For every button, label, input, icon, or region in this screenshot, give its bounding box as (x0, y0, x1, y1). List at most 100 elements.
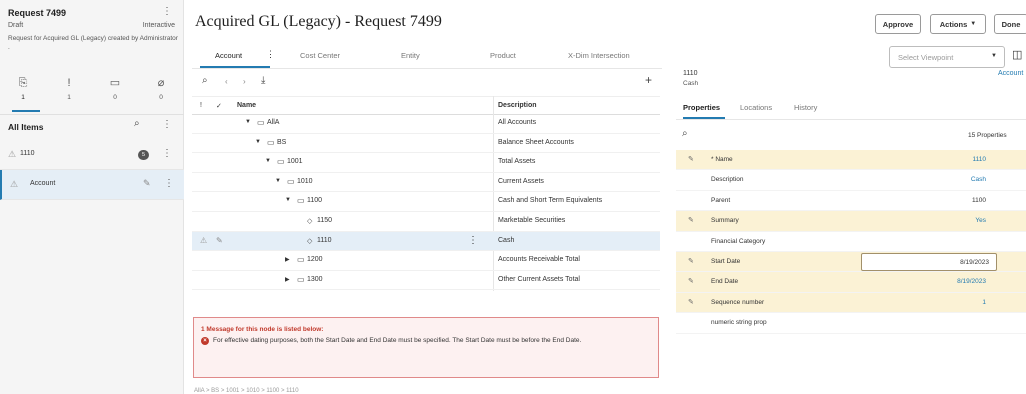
property-label: Summary (711, 217, 739, 225)
property-row[interactable]: ✎ Sequence number 1 (676, 292, 1026, 314)
leaf-node-icon: ◇ (307, 218, 313, 225)
node-description: Cash (498, 236, 515, 244)
tree-row[interactable]: ▼ ▭ 1001 Total Assets (192, 153, 660, 173)
property-label: Financial Category (711, 237, 766, 245)
tab-locations[interactable]: Locations (740, 103, 772, 112)
search-icon[interactable]: ⌕ (682, 128, 688, 139)
edited-pencil-icon: ✎ (688, 278, 694, 286)
tab-count: 0 (113, 94, 117, 101)
column-header-description[interactable]: Description (498, 102, 537, 109)
property-row[interactable]: Description Cash (676, 170, 1026, 191)
property-value: 8/19/2023 (960, 259, 989, 266)
request-status: Draft (8, 22, 24, 29)
tree-row[interactable]: ▶ ▭ 1200 Accounts Receivable Total (192, 251, 660, 271)
kebab-icon[interactable]: ⋮ (468, 235, 478, 246)
tree-row[interactable]: ▼ ▭ 1010 Current Assets (192, 173, 660, 193)
dimension-link[interactable]: Account (998, 70, 1023, 77)
pencil-icon[interactable]: ✎ (216, 236, 223, 245)
collapse-icon[interactable]: ▼ (255, 139, 261, 145)
forward-icon[interactable]: › (243, 77, 246, 86)
done-button[interactable]: Done (994, 14, 1026, 34)
divider (192, 68, 662, 69)
pencil-icon[interactable]: ✎ (143, 178, 151, 189)
caret-down-icon: ▼ (970, 21, 977, 27)
warning-icon: ⚠ (10, 179, 19, 189)
tab-request-items[interactable]: ⎘ 1 (0, 74, 46, 101)
viewpoint-select[interactable]: Select Viewpoint ▼ (889, 46, 1005, 68)
tab-account[interactable]: Account (215, 51, 242, 60)
tab-attachments[interactable]: ⌀ 0 (138, 74, 184, 101)
collapse-icon[interactable]: ▼ (265, 158, 271, 164)
property-value: 1100 (972, 196, 986, 204)
all-items-kebab-icon[interactable]: ⋮ (160, 119, 174, 130)
node-description: Balance Sheet Accounts (498, 138, 574, 146)
breadcrumb[interactable]: AllA > BS > 1001 > 1010 > 1100 > 1110 (194, 388, 299, 394)
add-icon[interactable]: + (645, 73, 652, 87)
property-row[interactable]: ✎ * Name 1110 (676, 150, 1026, 171)
request-title: Request 7499 (8, 8, 67, 18)
property-row[interactable]: numeric string prop (676, 313, 1026, 334)
node-code: 1110 (683, 70, 698, 77)
property-row[interactable]: Financial Category (676, 232, 1026, 252)
approve-button-label: Approve (882, 19, 914, 29)
kebab-icon[interactable]: ⋮ (162, 178, 176, 189)
start-date-input[interactable]: 8/19/2023 (861, 253, 997, 271)
search-icon[interactable]: ⌕ (134, 118, 140, 129)
tab-properties[interactable]: Properties (683, 103, 720, 112)
tree-row[interactable]: ▶ ▭ 1300 Other Current Assets Total (192, 271, 660, 291)
tab-cost-center[interactable]: Cost Center (300, 51, 340, 60)
list-item[interactable]: ⚠ Account ✎ ⋮ (0, 170, 184, 200)
property-row[interactable]: ✎ Start Date 8/19/2023 (676, 252, 1026, 273)
tree-row[interactable]: ⚠ ✎ ⋮ ◇ 1110 Cash (192, 231, 660, 252)
column-header-name[interactable]: Name (237, 102, 256, 109)
property-label: numeric string prop (711, 319, 767, 327)
checkmark-column-icon: ✓ (216, 103, 222, 110)
collapse-icon[interactable]: ▼ (285, 197, 291, 203)
download-icon[interactable]: ⤓ (261, 75, 265, 86)
list-item[interactable]: ⚠ 1110 5 ⋮ (0, 140, 184, 170)
split-panel-icon[interactable]: ◫ (1012, 48, 1022, 61)
tab-kebab-icon[interactable]: ⋮ (266, 49, 275, 60)
node-name: 1110 (317, 236, 332, 244)
tree-row[interactable]: ◇ 1150 Marketable Securities (192, 212, 660, 232)
folder-icon: ▭ (277, 157, 285, 167)
back-icon[interactable]: ‹ (225, 77, 228, 86)
request-menu-kebab-icon[interactable]: ⋮ (160, 6, 174, 17)
divider (0, 114, 184, 115)
active-tab-indicator (12, 110, 40, 112)
property-row[interactable]: Parent 1100 (676, 191, 1026, 212)
expand-icon[interactable]: ▶ (285, 276, 290, 283)
leaf-node-icon: ◇ (307, 237, 313, 245)
node-name: Cash (683, 80, 699, 87)
property-label: Description (711, 176, 744, 184)
tab-comments[interactable]: ▭ 0 (92, 74, 138, 101)
node-description: Total Assets (498, 158, 536, 166)
approve-button[interactable]: Approve (875, 14, 921, 34)
tab-validation[interactable]: ! 1 (46, 74, 92, 101)
divider (676, 119, 1026, 120)
node-name: 1150 (317, 217, 333, 224)
tree-row[interactable]: ▼ ▭ BS Balance Sheet Accounts (192, 134, 660, 154)
kebab-icon[interactable]: ⋮ (160, 148, 174, 159)
property-row[interactable]: ✎ Summary Yes (676, 211, 1026, 232)
property-row[interactable]: ✎ End Date 8/19/2023 (676, 272, 1026, 293)
collapse-icon[interactable]: ▼ (245, 119, 251, 125)
request-description: Request for Acquired GL (Legacy) created… (8, 35, 178, 51)
tree-row[interactable]: ▼ ▭ 1100 Cash and Short Term Equivalents (192, 192, 660, 212)
edited-pencil-icon: ✎ (688, 156, 694, 163)
tree-row[interactable]: ▼ ▭ AllA All Accounts (192, 114, 660, 134)
tab-x-dim-intersection[interactable]: X-Dim Intersection (568, 51, 630, 60)
tab-history[interactable]: History (794, 103, 817, 112)
request-panel: Request 7499 ⋮ Draft Interactive Request… (0, 0, 184, 394)
tab-count: 1 (67, 94, 71, 101)
node-name: AllA (267, 119, 280, 126)
tab-entity[interactable]: Entity (401, 51, 420, 60)
edited-pencil-icon: ✎ (688, 298, 694, 306)
collapse-icon[interactable]: ▼ (275, 178, 281, 184)
actions-button[interactable]: Actions ▼ (930, 14, 986, 34)
tab-product[interactable]: Product (490, 51, 516, 60)
request-tabs: ⎘ 1 ! 1 ▭ 0 ⌀ 0 (0, 74, 184, 102)
expand-icon[interactable]: ▶ (285, 256, 290, 263)
property-value: 1 (982, 298, 986, 306)
search-icon[interactable]: ⌕ (202, 75, 208, 86)
